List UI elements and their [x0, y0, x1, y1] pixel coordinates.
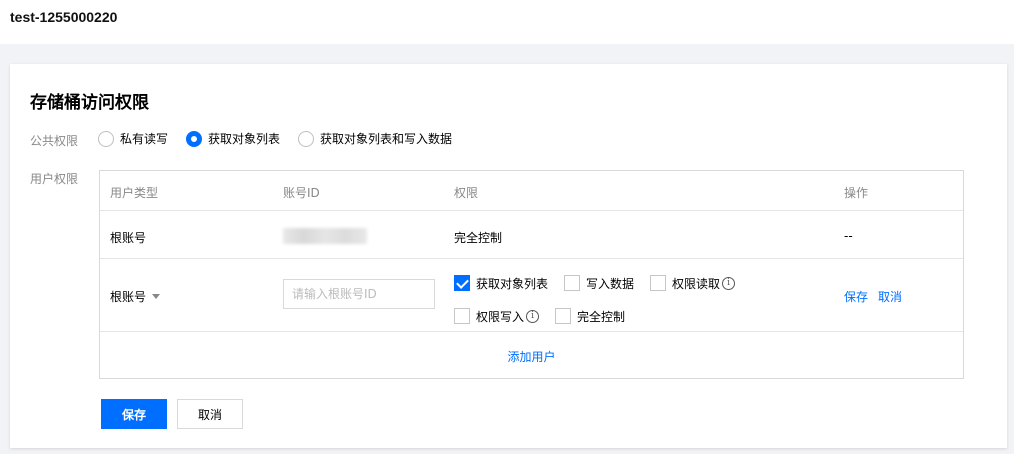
caret-down-icon — [152, 294, 161, 299]
checkbox-label: 写入数据 — [586, 276, 635, 291]
checkbox-write-data[interactable]: 写入数据 — [564, 275, 634, 292]
user-permission-table: 用户类型 账号ID 权限 操作 根账号 完全控制 -- 根账号 获取对象列表 — [99, 170, 964, 379]
account-id-input[interactable] — [283, 279, 435, 309]
checkbox-label: 完全控制 — [577, 309, 626, 324]
user-type-dropdown-label: 根账号 — [110, 290, 147, 304]
checkbox-acl-write[interactable]: 权限写入 i — [454, 308, 540, 325]
radio-circle-icon — [98, 130, 114, 147]
checkbox-icon — [650, 275, 667, 291]
column-header-user-type: 用户类型 — [110, 186, 159, 200]
checkbox-full-control[interactable]: 完全控制 — [555, 308, 625, 325]
radio-label: 获取对象列表和写入数据 — [320, 132, 453, 146]
table-row: 根账号 完全控制 -- — [100, 211, 963, 259]
info-icon[interactable]: i — [722, 276, 736, 290]
row-actions: 保存 取消 — [844, 288, 912, 305]
checkbox-label: 权限读取 — [672, 276, 721, 291]
radio-list-and-write[interactable]: 获取对象列表和写入数据 — [298, 130, 452, 147]
permission-line: 权限写入 i 完全控制 — [454, 305, 844, 327]
row-cancel-link[interactable]: 取消 — [878, 288, 902, 305]
cancel-button[interactable]: 取消 — [177, 399, 243, 429]
account-id-redacted — [283, 228, 367, 244]
bucket-name: test-1255000220 — [10, 9, 118, 25]
checkbox-icon — [564, 275, 581, 291]
permission-checkbox-group: 获取对象列表 写入数据 权限读取 i 权限写入 i 完全控制 — [454, 272, 844, 327]
table-header-row: 用户类型 账号ID 权限 操作 — [100, 171, 963, 211]
public-permission-label: 公共权限 — [30, 134, 79, 148]
column-header-action: 操作 — [844, 186, 869, 200]
checkbox-checked-icon — [454, 275, 470, 291]
radio-private-read-write[interactable]: 私有读写 — [98, 130, 168, 147]
row-save-link[interactable]: 保存 — [844, 288, 868, 305]
checkbox-acl-read[interactable]: 权限读取 i — [650, 275, 736, 292]
permission-line: 获取对象列表 写入数据 权限读取 i — [454, 272, 844, 294]
add-user-link[interactable]: 添加用户 — [507, 350, 555, 364]
user-type-cell: 根账号 — [110, 231, 147, 245]
page-title: 存储桶访问权限 — [30, 93, 149, 113]
checkbox-icon — [555, 308, 572, 324]
radio-circle-icon — [298, 130, 315, 147]
top-bar: test-1255000220 — [0, 0, 1014, 44]
radio-list-objects[interactable]: 获取对象列表 — [186, 130, 280, 147]
radio-label: 获取对象列表 — [208, 132, 281, 146]
add-user-wrapper: 添加用户 — [100, 348, 963, 365]
radio-circle-checked-icon — [186, 130, 203, 147]
action-cell: -- — [844, 229, 853, 243]
save-button[interactable]: 保存 — [101, 399, 167, 429]
user-permission-label: 用户权限 — [30, 172, 79, 186]
checkbox-icon — [454, 308, 470, 324]
checkbox-list-objects[interactable]: 获取对象列表 — [454, 275, 548, 292]
checkbox-label: 获取对象列表 — [476, 276, 549, 291]
info-icon[interactable]: i — [526, 309, 540, 323]
column-header-permission: 权限 — [454, 186, 479, 200]
checkbox-label: 权限写入 — [476, 309, 525, 324]
public-permission-radio-group: 私有读写 获取对象列表 获取对象列表和写入数据 — [98, 130, 470, 147]
permission-cell: 完全控制 — [454, 231, 503, 245]
column-header-account-id: 账号ID — [283, 186, 320, 200]
bucket-acl-card: 存储桶访问权限 公共权限 私有读写 获取对象列表 获取对象列表和写入数据 用户权… — [10, 64, 1007, 448]
add-user-row: 添加用户 — [100, 332, 963, 378]
user-type-dropdown[interactable]: 根账号 — [110, 288, 161, 305]
radio-label: 私有读写 — [120, 132, 169, 146]
table-row-editing: 根账号 获取对象列表 写入数据 权限读取 — [100, 259, 963, 332]
